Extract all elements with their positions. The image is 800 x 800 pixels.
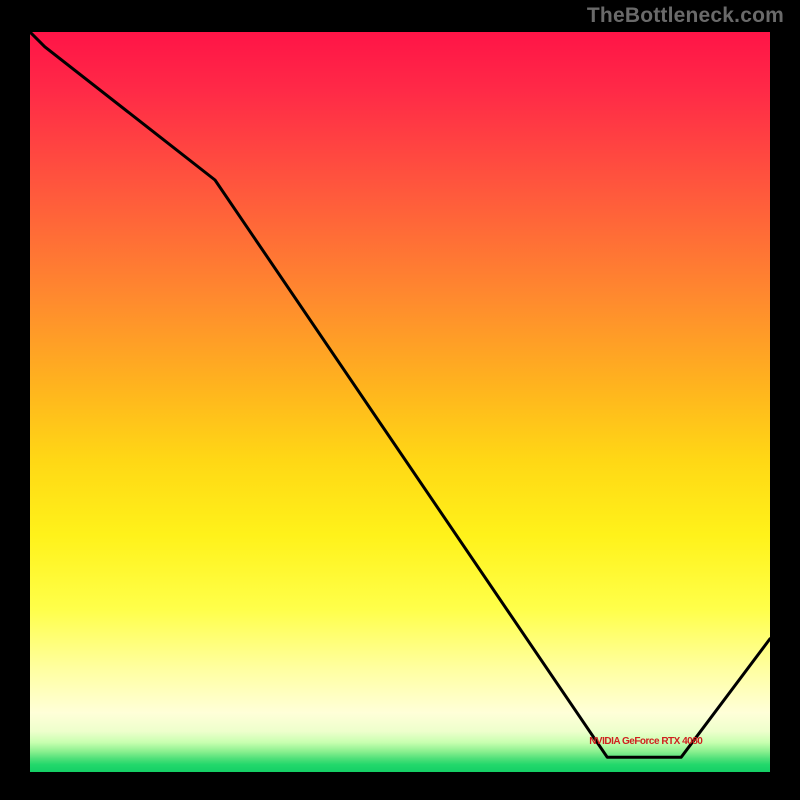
plot-border (26, 28, 774, 776)
watermark-label: TheBottleneck.com (587, 4, 784, 28)
chart-frame: TheBottleneck.com NVIDIA GeForce RTX 408… (0, 0, 800, 800)
